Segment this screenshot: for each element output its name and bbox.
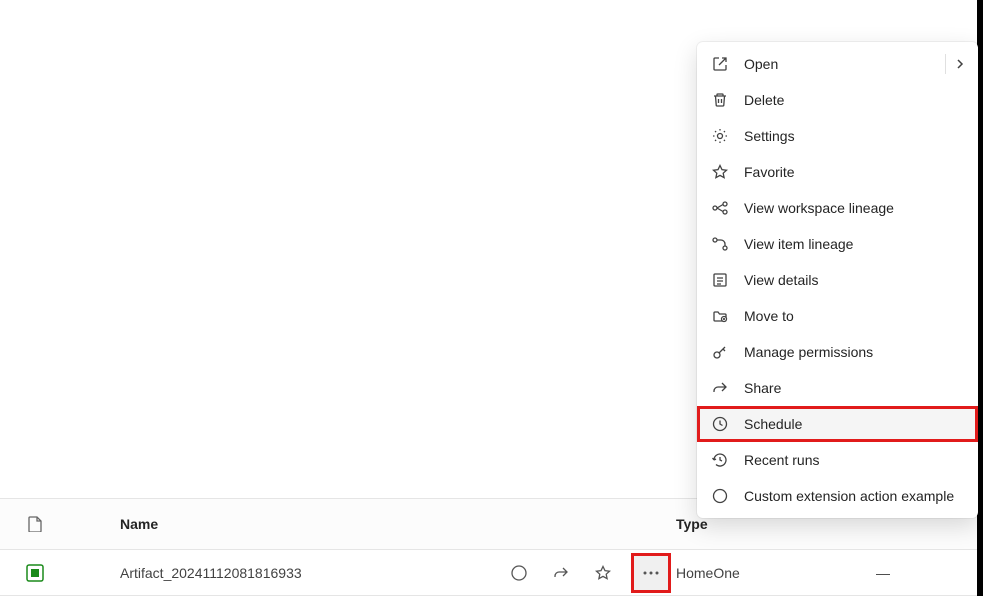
favorite-row-icon[interactable] <box>589 559 617 587</box>
history-icon <box>711 451 729 469</box>
menu-label: Schedule <box>744 416 964 432</box>
menu-label: Move to <box>744 308 964 324</box>
menu-label: View item lineage <box>744 236 964 252</box>
column-header-name[interactable]: Name <box>70 516 500 532</box>
menu-item-favorite[interactable]: Favorite <box>697 154 978 190</box>
menu-label: Share <box>744 380 964 396</box>
menu-label: Recent runs <box>744 452 964 468</box>
star-icon <box>711 163 729 181</box>
row-name[interactable]: Artifact_20241112081816933 <box>70 565 450 581</box>
menu-item-move-to[interactable]: Move to <box>697 298 978 334</box>
menu-item-schedule[interactable]: Schedule <box>697 406 978 442</box>
artifact-icon <box>26 564 44 582</box>
menu-label: Delete <box>744 92 964 108</box>
menu-item-permissions[interactable]: Manage permissions <box>697 334 978 370</box>
menu-item-custom-action[interactable]: Custom extension action example <box>697 478 978 514</box>
key-icon <box>711 343 729 361</box>
details-icon <box>711 271 729 289</box>
menu-item-settings[interactable]: Settings <box>697 118 978 154</box>
menu-label: Manage permissions <box>744 344 964 360</box>
row-extra: — <box>876 565 890 581</box>
menu-label: Favorite <box>744 164 964 180</box>
menu-item-workspace-lineage[interactable]: View workspace lineage <box>697 190 978 226</box>
share-row-icon[interactable] <box>547 559 575 587</box>
menu-label: Settings <box>744 128 964 144</box>
menu-item-item-lineage[interactable]: View item lineage <box>697 226 978 262</box>
context-menu: Open Delete Settings <box>697 42 978 518</box>
menu-label: Open <box>744 56 964 72</box>
chevron-right-icon <box>954 58 966 70</box>
menu-label: Custom extension action example <box>744 488 964 504</box>
column-header-type[interactable]: Type <box>676 516 708 532</box>
open-icon <box>711 55 729 73</box>
menu-label: View workspace lineage <box>744 200 964 216</box>
menu-item-share[interactable]: Share <box>697 370 978 406</box>
menu-label: View details <box>744 272 964 288</box>
menu-item-delete[interactable]: Delete <box>697 82 978 118</box>
menu-item-recent-runs[interactable]: Recent runs <box>697 442 978 478</box>
more-options-button[interactable] <box>631 553 671 593</box>
row-type: HomeOne <box>676 565 740 581</box>
gear-icon <box>711 127 729 145</box>
move-icon <box>711 307 729 325</box>
share-icon <box>711 379 729 397</box>
file-icon <box>28 516 42 532</box>
menu-item-view-details[interactable]: View details <box>697 262 978 298</box>
circle-icon <box>711 487 729 505</box>
lineage-icon <box>711 199 729 217</box>
table-row[interactable]: Artifact_20241112081816933 <box>0 550 983 596</box>
delete-icon <box>711 91 729 109</box>
radio-icon[interactable] <box>505 559 533 587</box>
clock-icon <box>711 415 729 433</box>
lineage2-icon <box>711 235 729 253</box>
menu-item-open[interactable]: Open <box>697 46 978 82</box>
